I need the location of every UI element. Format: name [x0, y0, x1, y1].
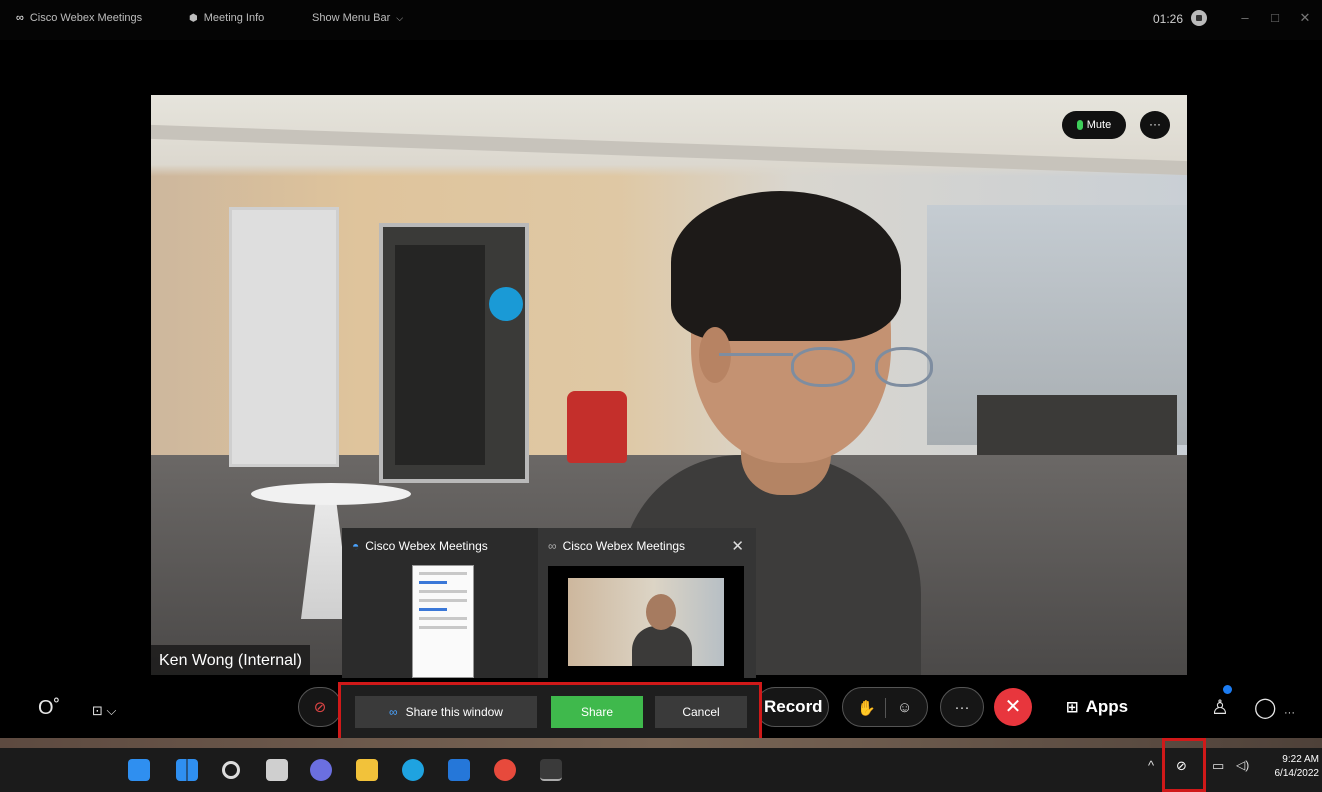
apps-icon: ⊞	[1066, 699, 1079, 716]
toolbar-more-icon[interactable]: ···	[1284, 702, 1295, 724]
wall-sign	[489, 287, 523, 321]
window-b-label: Cisco Webex Meetings	[562, 539, 686, 553]
webex-logo-icon: ∞	[548, 539, 557, 553]
network-status-icon[interactable]	[1191, 10, 1207, 26]
webex-logo-icon: ∞	[16, 12, 24, 24]
window-a-preview	[412, 565, 474, 678]
apps-label: Apps	[1085, 697, 1129, 716]
mute-label: Mute	[1086, 119, 1112, 131]
volume-icon[interactable]: ◁)	[1236, 758, 1249, 772]
shield-icon: ⬢	[189, 12, 198, 24]
window-thumbnail-b[interactable]: ∞ Cisco Webex Meetings ✕	[538, 528, 756, 678]
mic-off-icon: ⊘	[313, 699, 327, 716]
mic-icon	[1076, 120, 1083, 130]
meeting-timer: 01:26	[1153, 12, 1184, 26]
cancel-button[interactable]: Cancel	[655, 696, 747, 728]
clock-time: 9:22 AM	[1282, 754, 1319, 765]
close-icon[interactable]: ✕	[731, 537, 744, 555]
taskbar-clock[interactable]: 9:22 AM 6/14/2022	[1269, 753, 1320, 781]
end-meeting-button[interactable]: ✕	[994, 688, 1032, 726]
edge-icon[interactable]	[402, 759, 424, 781]
layout-icon[interactable]: O˚	[38, 697, 60, 719]
share-this-window-button[interactable]: ∞ Share this window	[355, 696, 537, 728]
desktop-wallpaper-strip	[0, 738, 1322, 748]
tray-overflow-icon[interactable]: ^	[1148, 758, 1154, 773]
red-chair	[567, 391, 627, 463]
minimize-button[interactable]: –	[1236, 9, 1254, 27]
chrome-icon[interactable]	[494, 759, 516, 781]
participants-icon[interactable]: ♙	[1211, 697, 1229, 719]
closed-captions-button[interactable]: ⊡ ⌵	[92, 700, 116, 722]
glasses-arm	[719, 353, 793, 356]
person-hair	[671, 191, 901, 341]
file-explorer-icon[interactable]	[356, 759, 378, 781]
more-options-button[interactable]: ···	[940, 687, 984, 727]
window-b-preview	[548, 566, 744, 678]
webex-logo-icon: ∞	[389, 705, 398, 719]
window-title-a: ◓ Cisco Webex Meetings	[352, 539, 488, 553]
store-icon[interactable]	[448, 759, 470, 781]
record-button[interactable]: Record	[755, 687, 829, 727]
share-confirmation-bar: ∞ Share this window Share Cancel	[338, 682, 762, 742]
task-view-icon[interactable]	[266, 759, 288, 781]
glass-room	[379, 223, 529, 483]
glasses-right	[875, 347, 933, 387]
round-table	[251, 483, 411, 505]
window-a-label: Cisco Webex Meetings	[365, 539, 488, 553]
meeting-info-button[interactable]: ⬢ Meeting Info	[189, 12, 264, 24]
show-menu-bar-button[interactable]: Show Menu Bar ⌵	[312, 12, 403, 24]
search-icon[interactable]	[222, 761, 240, 779]
share-button[interactable]: Share	[551, 696, 643, 728]
meeting-info-label: Meeting Info	[203, 12, 265, 24]
notification-dot	[1223, 685, 1232, 694]
maximize-button[interactable]: □	[1266, 9, 1284, 27]
window-title-b: ∞ Cisco Webex Meetings	[548, 539, 685, 553]
app-title: ∞ Cisco Webex Meetings	[16, 12, 142, 24]
microphone-muted-button[interactable]: ⊘	[298, 687, 342, 727]
emoji-reaction-icon[interactable]: ☺	[897, 699, 912, 716]
app-name: Cisco Webex Meetings	[29, 12, 143, 24]
ceiling-beam	[151, 124, 1187, 176]
window-thumbnail-a[interactable]: ◓ Cisco Webex Meetings	[342, 528, 538, 678]
reactions-group: ✋ ☺	[842, 687, 928, 727]
windows-taskbar	[0, 748, 1322, 792]
chevron-down-icon: ⌵	[396, 12, 404, 23]
divider	[885, 698, 886, 718]
clock-date: 6/14/2022	[1274, 768, 1320, 779]
close-button[interactable]: ✕	[1296, 9, 1314, 27]
share-this-window-label: Share this window	[405, 705, 503, 719]
webex-app-icon: ◓	[352, 539, 360, 553]
widgets-icon[interactable]	[128, 759, 150, 781]
glasses-left	[791, 347, 855, 387]
share-window-preview: ◓ Cisco Webex Meetings ∞ Cisco Webex Mee…	[342, 528, 756, 678]
door	[229, 207, 339, 467]
raise-hand-icon[interactable]: ✋	[857, 699, 876, 717]
show-menu-bar-label: Show Menu Bar	[312, 12, 391, 24]
network-icon[interactable]: ▭	[1212, 758, 1224, 774]
participant-more-button[interactable]: ···	[1140, 111, 1170, 139]
chat-icon[interactable]: ◯	[1254, 697, 1276, 719]
webex-taskbar-icon[interactable]	[540, 759, 562, 781]
apps-button[interactable]: ⊞ Apps	[1066, 697, 1128, 717]
participant-mute-button[interactable]: Mute	[1062, 111, 1126, 139]
mic-muted-tray-icon[interactable]: ⊘	[1176, 758, 1187, 774]
title-bar: ∞ Cisco Webex Meetings ⬢ Meeting Info Sh…	[0, 0, 1322, 40]
start-icon[interactable]	[176, 759, 198, 781]
teams-chat-icon[interactable]	[310, 759, 332, 781]
participant-name-tag: Ken Wong (Internal)	[151, 645, 310, 677]
